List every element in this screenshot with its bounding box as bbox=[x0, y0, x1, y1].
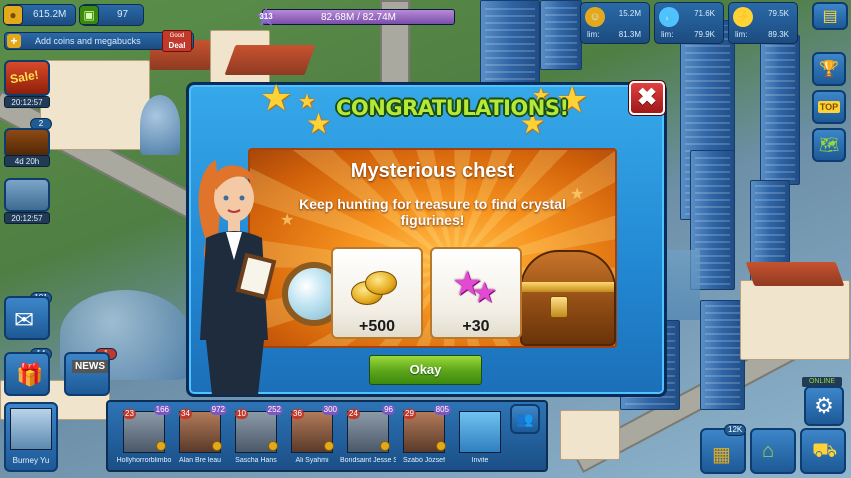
gear-icon: ⚙ bbox=[814, 393, 834, 418]
dialog-title: CONGRATULATIONS! bbox=[336, 96, 569, 120]
shop-icon: ▦ bbox=[712, 444, 731, 466]
deal-badge[interactable]: Good Deal bbox=[162, 30, 192, 52]
collect-coin-icon bbox=[324, 441, 334, 451]
bulldozer-button[interactable]: ⛟ bbox=[800, 428, 846, 474]
collect-coin-icon bbox=[380, 441, 390, 451]
friend-name: Sascha Hans bbox=[235, 457, 277, 464]
reward-coins-amount: +500 bbox=[358, 318, 396, 335]
panel-description: Keep hunting for treasure to find crysta… bbox=[299, 196, 566, 228]
top-icon: TOP bbox=[817, 101, 841, 113]
friends-bar: 23 166 Hollyhorrorblimbo 34 972 Alan Bre leau… bbox=[106, 400, 548, 472]
shop-count-badge: 12K bbox=[724, 424, 747, 436]
add-friends-button[interactable]: 👥 bbox=[510, 404, 540, 434]
chest-tile[interactable] bbox=[4, 128, 50, 158]
friend-level-badge: 36 bbox=[291, 409, 304, 419]
friend-slot[interactable]: 36 300 Ali Syahmi bbox=[288, 405, 339, 469]
friend-name: Bondsaint Jesse Santi bbox=[340, 457, 396, 464]
advisor-character bbox=[198, 160, 277, 395]
build-button[interactable]: ⌂ bbox=[750, 428, 796, 474]
friend-name: Alan Bre leau bbox=[178, 457, 222, 464]
collect-coin-icon bbox=[212, 441, 222, 451]
self-profile[interactable]: Burney Yu bbox=[4, 402, 58, 472]
invite-icon bbox=[459, 411, 501, 453]
inventory-button[interactable]: ▤ bbox=[812, 2, 848, 30]
settings-button[interactable]: ⚙ bbox=[804, 386, 844, 426]
friend-level-badge: 29 bbox=[403, 409, 416, 419]
treasure-chest-icon bbox=[520, 250, 616, 346]
population-stat[interactable]: ☺ 15.2M lim: 81.3M bbox=[580, 2, 650, 44]
sale-timer: 20:12:57 bbox=[4, 96, 50, 108]
population-icon: ☺ bbox=[585, 7, 605, 27]
map-button[interactable]: 🗺 bbox=[812, 128, 846, 162]
close-x-icon: ✖ bbox=[636, 84, 658, 111]
megabucks-icon: ▣ bbox=[79, 5, 99, 25]
building-offer-tile[interactable] bbox=[4, 178, 50, 212]
gift-icon: 🎁 bbox=[16, 362, 44, 387]
megabucks-counter[interactable]: ▣ 97 bbox=[79, 4, 144, 26]
envelope-icon: ✉ bbox=[14, 307, 35, 334]
friend-level-badge: 24 bbox=[347, 409, 360, 419]
friend-stars-badge: 805 bbox=[433, 405, 451, 415]
friend-slot[interactable]: 29 805 Szabó József bbox=[400, 405, 451, 469]
xp-text: 82.68M / 82.74M bbox=[320, 12, 397, 23]
add-friends-icon: 👥 bbox=[516, 410, 534, 427]
friend-level-badge: 23 bbox=[123, 409, 136, 419]
friend-name: Szabó József bbox=[402, 457, 446, 464]
self-avatar bbox=[10, 408, 52, 450]
coins-icon: ● bbox=[3, 5, 23, 25]
water-drop-icon: 💧 bbox=[659, 7, 679, 27]
friend-slot[interactable]: 10 252 Sascha Hans bbox=[232, 405, 283, 469]
money-counter[interactable]: ● 615.2M bbox=[3, 4, 76, 26]
water-stat[interactable]: 💧 71.6K lim: 79.9K bbox=[654, 2, 724, 44]
friend-stars-badge: 972 bbox=[209, 405, 227, 415]
invite-label: Invite bbox=[471, 457, 489, 464]
chest-timer: 4d 20h bbox=[4, 155, 50, 167]
inventory-icon: ▤ bbox=[822, 8, 838, 25]
friend-level-badge: 10 bbox=[235, 409, 248, 419]
building-timer: 20:12:57 bbox=[4, 212, 50, 224]
friend-level-badge: 34 bbox=[179, 409, 192, 419]
close-button[interactable]: ✖ bbox=[629, 81, 665, 115]
reward-coins-card: +500 bbox=[331, 247, 423, 339]
power-stat[interactable]: ⚡ 79.5K lim: 89.3K bbox=[728, 2, 798, 44]
friend-name: Ali Syahmi bbox=[295, 457, 329, 464]
news-button[interactable]: NEWS bbox=[64, 352, 110, 396]
friend-stars-badge: 300 bbox=[321, 405, 339, 415]
level-number: 313 bbox=[259, 12, 273, 21]
bulldozer-icon: ⛟ bbox=[812, 440, 838, 462]
add-icon: + bbox=[7, 34, 21, 48]
trophy-icon: 🏆 bbox=[819, 61, 839, 78]
reward-stars-card: ★ ★ +30 bbox=[430, 247, 522, 339]
xp-progress-bar: 82.68M / 82.74M bbox=[262, 9, 455, 25]
friend-slot[interactable]: 24 96 Bondsaint Jesse Santi bbox=[340, 405, 396, 469]
okay-button[interactable]: Okay bbox=[369, 355, 482, 385]
friend-name: Hollyhorrorblimbo bbox=[116, 457, 172, 464]
collect-coin-icon bbox=[156, 441, 166, 451]
top-button[interactable]: TOP bbox=[812, 90, 846, 124]
reward-stars-amount: +30 bbox=[462, 318, 490, 335]
mail-button[interactable]: ✉ bbox=[4, 296, 50, 340]
panel-title: Mysterious chest bbox=[350, 160, 515, 182]
collect-coin-icon bbox=[268, 441, 278, 451]
collect-coin-icon bbox=[436, 441, 446, 451]
newspaper-icon: NEWS bbox=[72, 360, 108, 373]
build-icon: ⌂ bbox=[762, 440, 775, 462]
friend-stars-badge: 96 bbox=[382, 405, 395, 415]
friend-slot[interactable]: 23 166 Hollyhorrorblimbo bbox=[117, 405, 171, 469]
trophy-button[interactable]: 🏆 bbox=[812, 52, 846, 86]
star-decoration-icon: ★ bbox=[306, 108, 332, 139]
map-icon: 🗺 bbox=[818, 137, 840, 154]
friend-stars-badge: 166 bbox=[153, 405, 171, 415]
lightning-icon: ⚡ bbox=[733, 7, 753, 27]
star-decoration-icon: ★ bbox=[260, 77, 293, 118]
sale-tile[interactable]: Sale! bbox=[4, 60, 50, 96]
friend-stars-badge: 252 bbox=[265, 405, 283, 415]
gift-button[interactable]: 🎁 bbox=[4, 352, 50, 396]
invite-friend-slot[interactable]: Invite bbox=[456, 407, 504, 469]
friend-slot[interactable]: 34 972 Alan Bre leau bbox=[176, 405, 227, 469]
